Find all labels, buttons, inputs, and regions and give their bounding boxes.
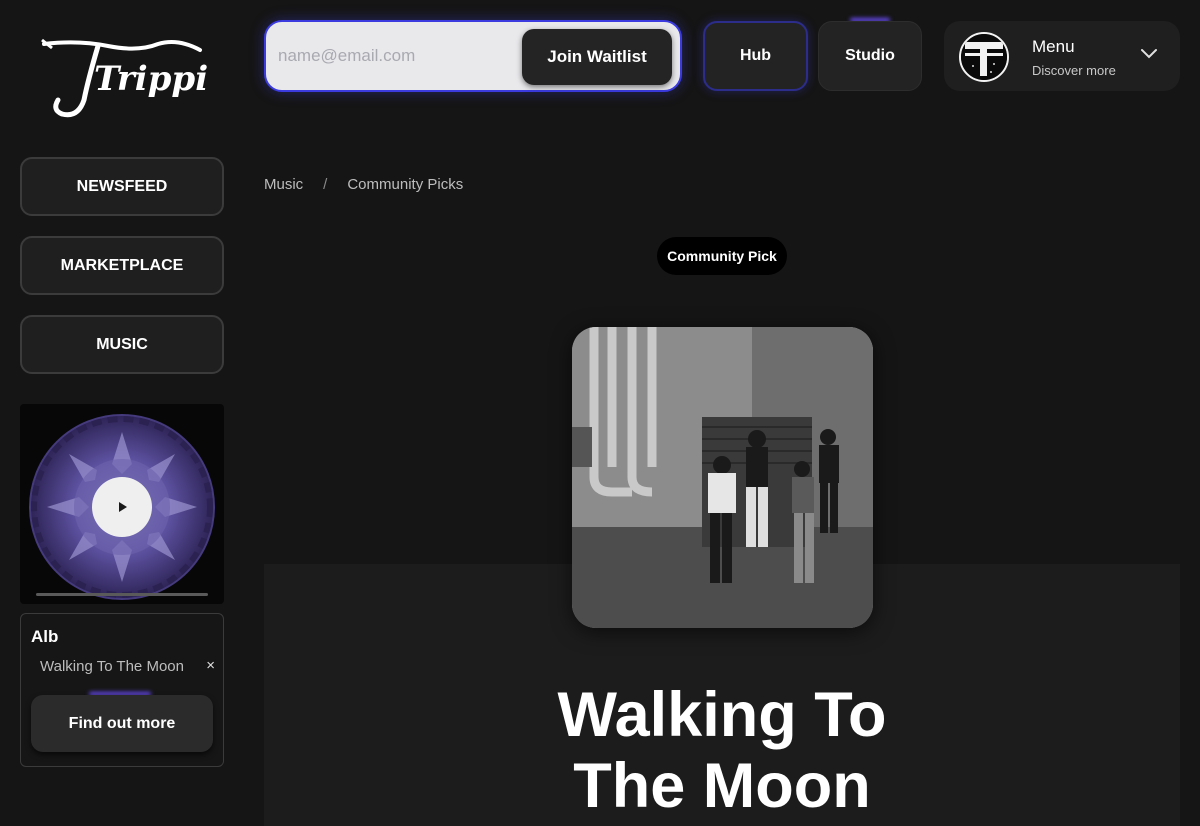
album-track-name: Walking To The Moon — [40, 658, 184, 675]
album-card-title: Alb — [31, 627, 59, 646]
trippin-logo[interactable]: Trippin' — [38, 30, 243, 125]
song-title-line-1: Walking To — [557, 680, 887, 750]
sidebar-item-label: MARKETPLACE — [60, 256, 184, 274]
community-pick-badge: Community Pick — [657, 237, 787, 275]
play-button[interactable] — [92, 477, 152, 537]
breadcrumb-music[interactable]: Music — [264, 176, 303, 193]
play-icon — [119, 502, 127, 512]
sidebar-item-marketplace[interactable]: MARKETPLACE — [20, 236, 224, 295]
waitlist-form: Join Waitlist — [264, 20, 682, 92]
menu-subtitle: Discover more — [1032, 63, 1116, 78]
sidebar-item-newsfeed[interactable]: NEWSFEED — [20, 157, 224, 216]
avatar — [959, 32, 1009, 82]
sidebar-item-label: NEWSFEED — [76, 177, 168, 195]
sidebar-item-music[interactable]: MUSIC — [20, 315, 224, 374]
email-input[interactable] — [278, 38, 518, 74]
join-waitlist-button[interactable]: Join Waitlist — [522, 29, 672, 85]
hub-button[interactable]: Hub — [703, 21, 808, 91]
music-player — [20, 404, 224, 604]
menu-dropdown[interactable]: Menu Discover more — [944, 21, 1180, 91]
album-cover-photo — [572, 327, 873, 628]
song-title: Walking To The Moon — [522, 680, 922, 822]
menu-title: Menu — [1032, 37, 1075, 56]
hub-label: Hub — [739, 47, 772, 64]
song-title-line-2: The Moon — [573, 751, 871, 821]
find-out-more-button[interactable]: Find out more — [31, 695, 213, 752]
chevron-down-icon — [1141, 49, 1157, 59]
album-card: Alb Walking To The Moon × Find out more — [20, 613, 224, 767]
close-icon[interactable]: × — [206, 657, 215, 674]
breadcrumb: Music / Community Picks — [264, 176, 463, 193]
sidebar-item-label: MUSIC — [96, 335, 148, 353]
logo-text: Trippin' — [94, 59, 208, 99]
logo-art: Trippin' — [41, 38, 243, 118]
breadcrumb-separator: / — [323, 176, 328, 193]
progress-bar[interactable] — [36, 593, 208, 596]
studio-button[interactable]: Studio — [818, 21, 922, 91]
studio-label: Studio — [845, 47, 895, 64]
breadcrumb-community-picks[interactable]: Community Picks — [347, 176, 463, 193]
